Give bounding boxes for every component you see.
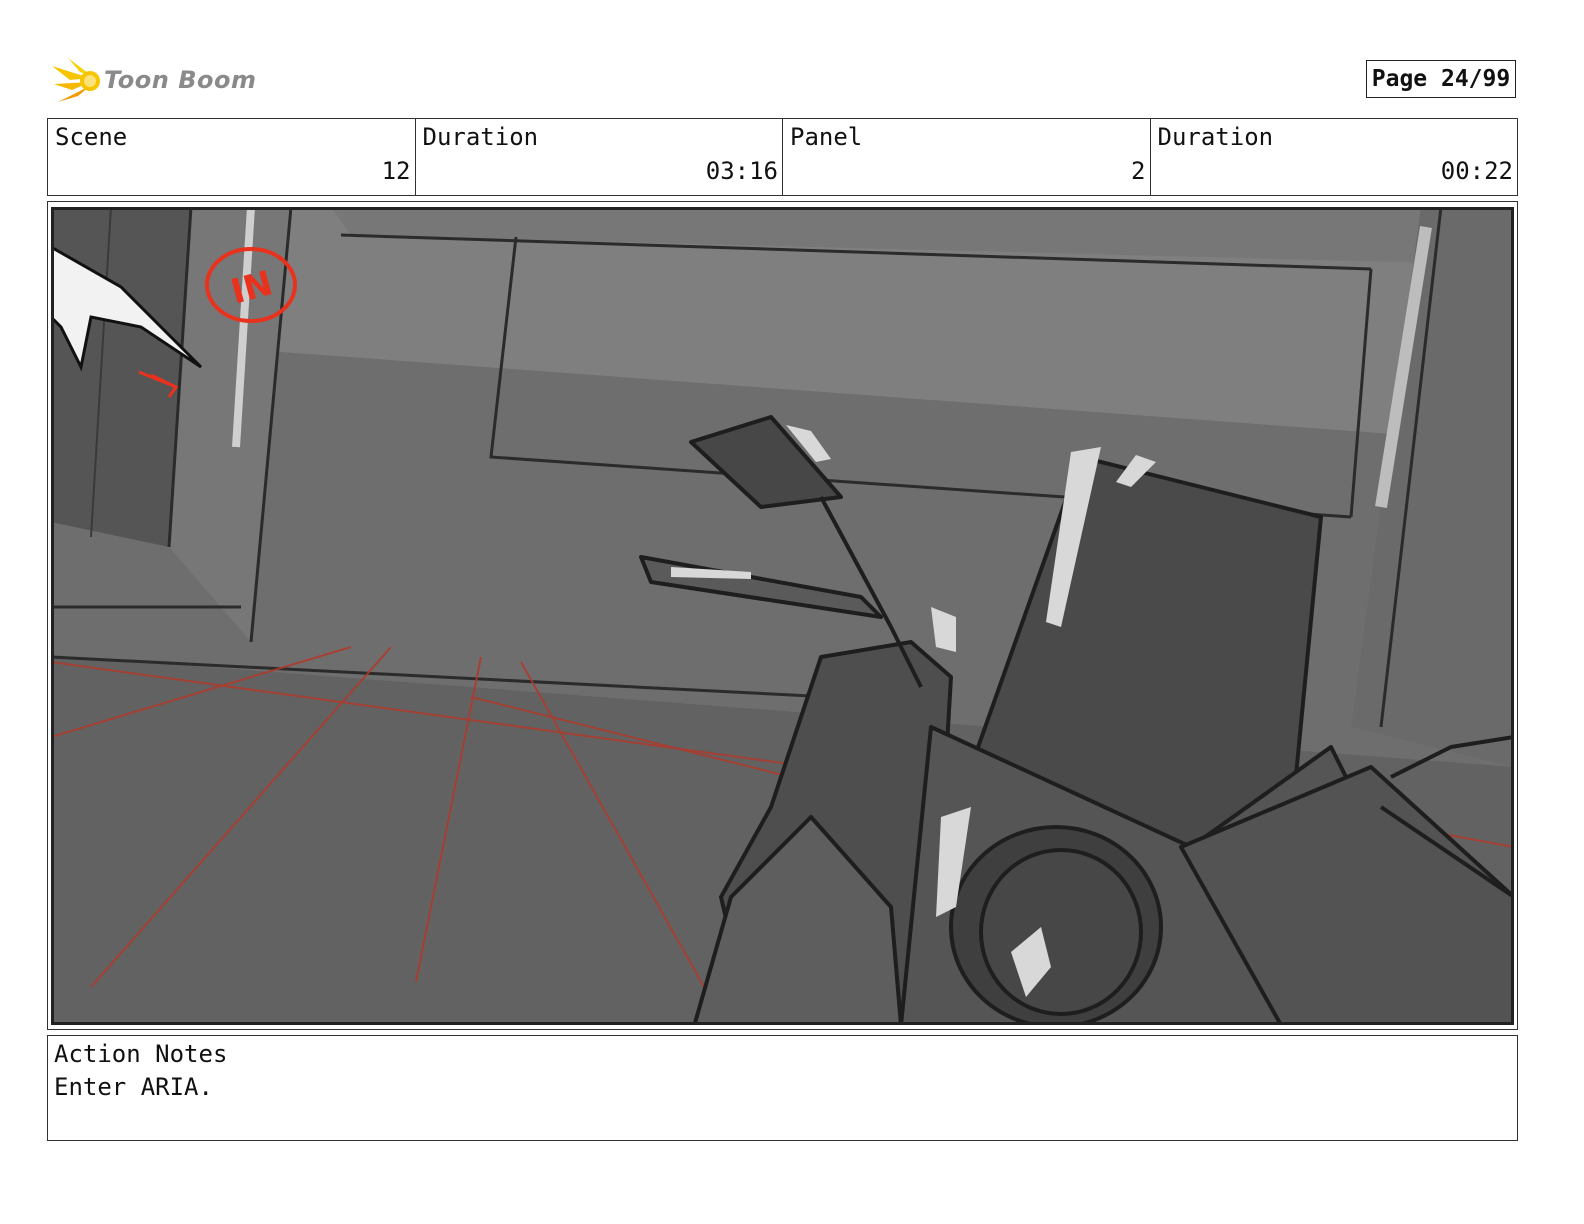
brand-name: Toon Boom: [104, 66, 257, 94]
page-indicator: Page 24/99: [1366, 60, 1516, 98]
action-notes-box: Action Notes Enter ARIA.: [47, 1035, 1518, 1141]
panel-duration-value: 00:22: [1440, 157, 1513, 185]
panel-value: 2: [1131, 157, 1146, 185]
storyboard-panel: IN: [47, 201, 1518, 1030]
scene-duration-label: Duration: [422, 123, 539, 151]
scene-duration-value: 03:16: [705, 157, 778, 185]
panel-duration-label: Duration: [1157, 123, 1274, 151]
scene-label: Scene: [55, 123, 128, 151]
action-notes-label: Action Notes: [54, 1040, 228, 1068]
panel-label: Panel: [790, 123, 863, 151]
panel-cell: Panel 2: [783, 119, 1151, 195]
scene-value: 12: [381, 157, 411, 185]
scene-cell: Scene 12: [48, 119, 416, 195]
action-notes-text: Enter ARIA.: [54, 1073, 213, 1101]
scene-duration-cell: Duration 03:16: [416, 119, 783, 195]
panel-sketch: IN: [51, 207, 1514, 1025]
panel-info-row: Scene 12 Duration 03:16 Panel 2 Duration…: [47, 118, 1518, 196]
panel-duration-cell: Duration 00:22: [1151, 119, 1518, 195]
